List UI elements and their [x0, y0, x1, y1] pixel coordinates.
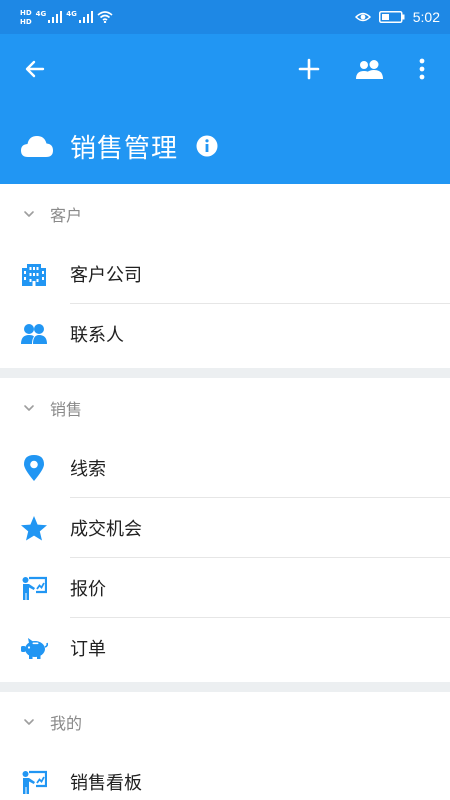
section-customers: 客户 客户公司 联系人: [0, 184, 450, 364]
list-item-label: 客户公司: [70, 265, 142, 286]
location-pin-icon: [20, 454, 48, 482]
section-gap: [0, 682, 450, 692]
list-item-label: 联系人: [70, 325, 124, 346]
list-item-label: 成交机会: [70, 519, 142, 540]
network-type: 4G: [35, 9, 47, 18]
more-options-button[interactable]: [408, 54, 436, 84]
app-screen: HD HD 4G 4G 5:02 销售管理 客户 客户公司 联系人 销售 线索 …: [0, 0, 450, 800]
list-item-sales-dashboard[interactable]: 销售看板: [0, 752, 450, 800]
chevron-down-icon: [22, 715, 36, 729]
contacts-icon: [20, 320, 48, 348]
list-item-customer-company[interactable]: 客户公司: [0, 244, 450, 304]
section-title: 我的: [50, 714, 83, 733]
page-title: 销售管理: [70, 133, 179, 164]
list-item-orders[interactable]: 订单: [0, 618, 450, 678]
section-gap: [0, 368, 450, 378]
list-item-label: 订单: [70, 639, 106, 660]
people-icon: [356, 60, 383, 79]
signal-icon: [48, 8, 63, 27]
presentation-icon: [20, 574, 48, 602]
cloud-icon: [20, 134, 54, 158]
hd-badge: HD: [20, 8, 32, 17]
star-icon: [20, 514, 48, 542]
presentation-icon: [20, 768, 48, 796]
piggy-bank-icon: [20, 634, 48, 662]
info-icon[interactable]: [196, 135, 218, 157]
section-header[interactable]: 我的: [0, 692, 450, 752]
section-title: 销售: [50, 400, 83, 419]
status-bar: HD HD 4G 4G 5:02: [0, 0, 450, 34]
status-bar-right: 5:02: [354, 8, 440, 27]
list-item-contacts[interactable]: 联系人: [0, 304, 450, 364]
section-header[interactable]: 客户: [0, 184, 450, 244]
list-item-label: 销售看板: [70, 773, 142, 794]
section-title: 客户: [50, 206, 83, 225]
network-type: 4G: [66, 9, 77, 18]
hd-badge: HD: [20, 17, 32, 26]
section-mine: 我的 销售看板: [0, 692, 450, 800]
list-item-label: 线索: [70, 459, 106, 480]
title-row: 销售管理: [20, 126, 218, 166]
building-icon: [20, 260, 48, 288]
list-item-label: 报价: [70, 579, 106, 600]
battery-icon: [378, 8, 405, 27]
list-item-opportunities[interactable]: 成交机会: [0, 498, 450, 558]
chevron-down-icon: [22, 207, 36, 221]
plus-icon: [298, 58, 320, 80]
more-vert-icon: [419, 58, 425, 80]
app-bar: 销售管理: [0, 34, 450, 184]
list-item-leads[interactable]: 线索: [0, 438, 450, 498]
section-header[interactable]: 销售: [0, 378, 450, 438]
hd-badges: HD HD: [20, 9, 32, 26]
members-button[interactable]: [352, 54, 388, 84]
clock: 5:02: [412, 9, 440, 25]
signal-icon: [78, 8, 93, 27]
chevron-down-icon: [22, 401, 36, 415]
section-sales: 销售 线索 成交机会 报价 订单: [0, 378, 450, 678]
arrow-left-icon: [25, 60, 45, 78]
wifi-icon: [97, 8, 113, 27]
status-bar-left: HD HD 4G 4G: [20, 8, 113, 27]
back-button[interactable]: [20, 54, 50, 84]
list-item-quotes[interactable]: 报价: [0, 558, 450, 618]
add-button[interactable]: [294, 54, 324, 84]
eye-icon: [354, 8, 371, 27]
